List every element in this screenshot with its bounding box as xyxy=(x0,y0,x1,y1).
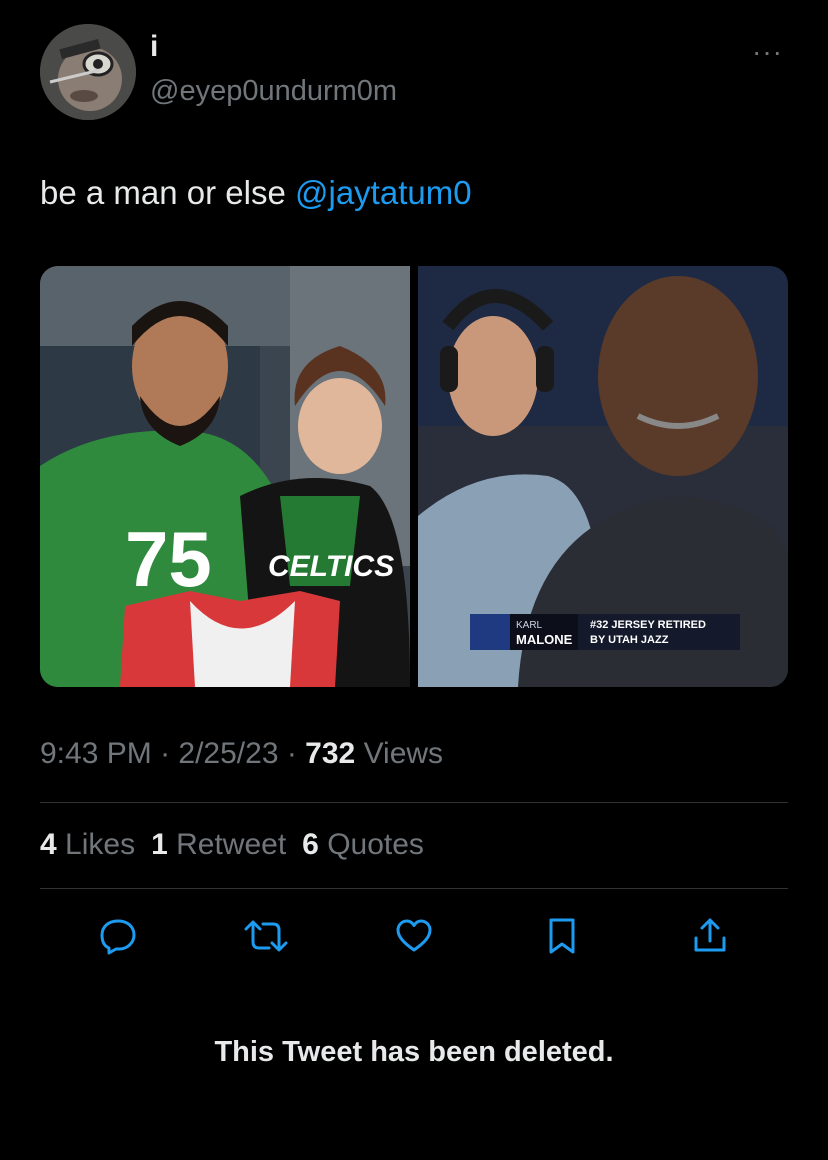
share-icon xyxy=(694,918,726,952)
retweet-icon xyxy=(244,920,288,952)
views-count: 732 xyxy=(305,737,356,770)
tweet-time[interactable]: 9:43 PM xyxy=(40,737,152,770)
tweet-text-body: be a man or else xyxy=(40,174,295,211)
tweet-meta: 9:43 PM · 2/25/23 · 732 Views xyxy=(40,737,443,771)
like-button[interactable] xyxy=(392,914,436,958)
lower-third-name-top: KARL xyxy=(516,620,543,631)
mention-link[interactable]: @jaytatum0 xyxy=(295,174,472,211)
bookmark-button[interactable] xyxy=(540,914,584,958)
share-button[interactable] xyxy=(688,914,732,958)
bookmark-icon xyxy=(549,918,575,954)
like-icon xyxy=(396,919,432,952)
quotes-stat[interactable]: 6 Quotes xyxy=(302,828,424,862)
reply-button[interactable] xyxy=(96,914,140,958)
meta-separator: · xyxy=(278,737,306,770)
retweets-label: Retweet xyxy=(176,828,287,861)
avatar[interactable] xyxy=(40,24,136,120)
media-image-left[interactable]: 75 CELTICS xyxy=(40,266,410,687)
tweet-media[interactable]: 75 CELTICS KARL MALONE #32 JERSEY RETIRE… xyxy=(40,266,788,687)
lower-third-caption-bottom: BY UTAH JAZZ xyxy=(590,634,669,646)
likes-count: 4 xyxy=(40,828,57,861)
reply-icon xyxy=(100,919,136,955)
retweet-button[interactable] xyxy=(244,914,288,958)
meta-separator: · xyxy=(151,737,179,770)
photo-karl-malone-broadcast: KARL MALONE #32 JERSEY RETIRED BY UTAH J… xyxy=(418,266,788,687)
display-name[interactable]: i xyxy=(150,30,158,64)
views-label: Views xyxy=(355,737,444,770)
deleted-tweet-notice: This Tweet has been deleted. xyxy=(214,1036,614,1068)
quotes-count: 6 xyxy=(302,828,319,861)
photo-tatum-with-child: 75 CELTICS xyxy=(40,266,410,687)
media-image-right[interactable]: KARL MALONE #32 JERSEY RETIRED BY UTAH J… xyxy=(418,266,788,687)
likes-label: Likes xyxy=(65,828,136,861)
more-options-icon[interactable]: ··· xyxy=(752,36,783,68)
divider xyxy=(40,802,788,803)
tweet-date[interactable]: 2/25/23 xyxy=(178,737,278,770)
jersey-number-text: 75 xyxy=(125,515,212,603)
action-bar xyxy=(0,914,828,958)
user-handle[interactable]: @eyep0undurm0m xyxy=(150,75,397,108)
retweets-stat[interactable]: 1 Retweet xyxy=(151,828,286,862)
tweet-text: be a man or else @jaytatum0 xyxy=(40,174,472,212)
lower-third-name-bottom: MALONE xyxy=(516,632,573,647)
retweets-count: 1 xyxy=(151,828,168,861)
likes-stat[interactable]: 4 Likes xyxy=(40,828,135,862)
divider xyxy=(40,888,788,889)
quotes-label: Quotes xyxy=(327,828,424,861)
tweet-stats: 4 Likes 1 Retweet 6 Quotes xyxy=(40,828,424,862)
avatar-image xyxy=(40,24,136,120)
lower-third-caption-top: #32 JERSEY RETIRED xyxy=(590,619,706,631)
shirt-text: CELTICS xyxy=(268,550,394,583)
